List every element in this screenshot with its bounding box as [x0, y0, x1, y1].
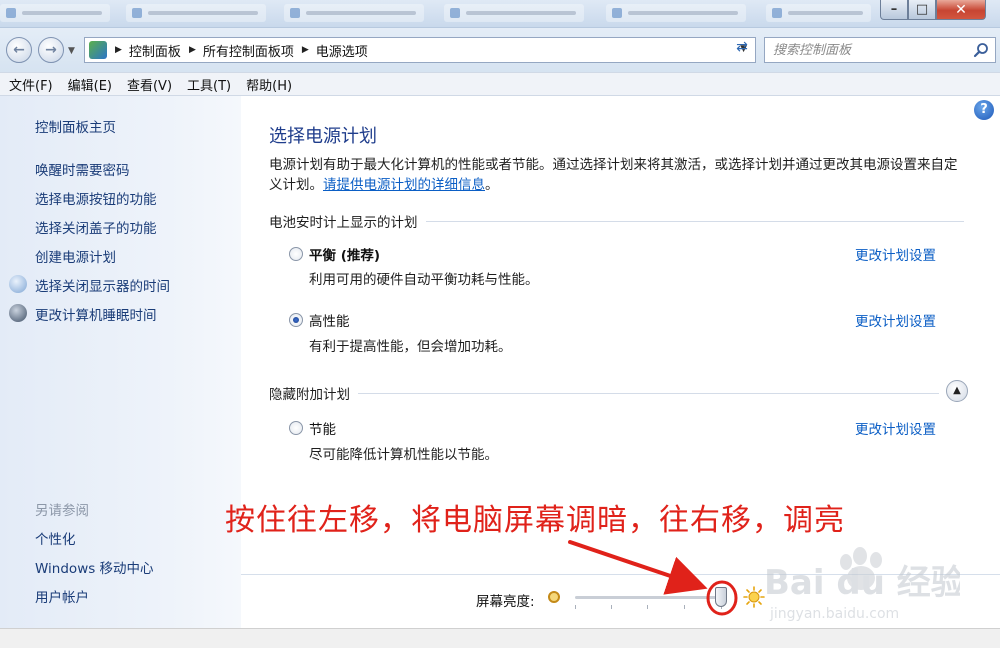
tab-icon [612, 8, 622, 18]
forward-button[interactable]: → [38, 37, 64, 63]
intro-end: 。 [485, 177, 499, 193]
breadcrumb-separator-icon[interactable]: ▶ [115, 45, 122, 55]
arrow-left-icon: ← [13, 42, 25, 58]
radio-balanced[interactable] [289, 247, 303, 261]
sidebar-item-personalization[interactable]: 个性化 [35, 528, 76, 548]
maximize-button[interactable]: □ [908, 0, 936, 20]
sidebar-item-user-accounts[interactable]: 用户帐户 [35, 586, 89, 606]
watermark-url: jingyan.baidu.com [769, 606, 899, 622]
brightness-label: 屏幕亮度: [476, 594, 535, 610]
arrow-right-icon: → [45, 42, 57, 58]
title-bar: – □ ✕ [0, 0, 1000, 28]
brightness-slider-thumb[interactable] [715, 587, 727, 607]
sidebar: 控制面板主页 唤醒时需要密码 选择电源按钮的功能 选择关闭盖子的功能 创建电源计… [0, 96, 241, 628]
background-tab[interactable] [606, 4, 746, 22]
tab-icon [6, 8, 16, 18]
refresh-button[interactable]: ⇄ [732, 39, 752, 61]
minimize-button[interactable]: – [880, 0, 908, 20]
status-bar [0, 628, 1000, 648]
sidebar-item-power-button[interactable]: 选择电源按钮的功能 [35, 188, 157, 208]
radio-power-saver[interactable] [289, 421, 303, 435]
slider-tick [611, 605, 612, 609]
intro-text: 电源计划有助于最大化计算机的性能或者节能。通过选择计划来将其激活，或选择计划并通… [269, 155, 969, 195]
group-heading-label: 隐藏附加计划 [269, 387, 350, 403]
sidebar-item-wake-password[interactable]: 唤醒时需要密码 [35, 159, 130, 179]
background-tab[interactable] [0, 4, 110, 22]
plan-desc-high-performance: 有利于提高性能，但会增加功耗。 [309, 339, 512, 355]
radio-high-performance[interactable] [289, 313, 303, 327]
tab-icon [772, 8, 782, 18]
plan-details-link[interactable]: 请提供电源计划的详细信息 [323, 177, 485, 193]
breadcrumb-power-options[interactable]: 电源选项 [316, 41, 368, 60]
menu-help[interactable]: 帮助(H) [246, 75, 292, 94]
plan-name-power-saver[interactable]: 节能 [309, 418, 336, 438]
back-button[interactable]: ← [6, 37, 32, 63]
tab-icon [132, 8, 142, 18]
background-tab[interactable] [284, 4, 424, 22]
plan-name-balanced[interactable]: 平衡 (推荐) [309, 244, 380, 264]
breadcrumb-all-items[interactable]: 所有控制面板项 [203, 41, 294, 60]
slider-tick [575, 605, 576, 609]
refresh-icon: ⇄ [736, 39, 748, 55]
plan-desc-power-saver: 尽可能降低计算机性能以节能。 [309, 447, 498, 463]
help-icon[interactable]: ? [974, 100, 994, 120]
search-field[interactable] [764, 37, 996, 63]
sidebar-item-lid-close[interactable]: 选择关闭盖子的功能 [35, 217, 157, 237]
breadcrumb-control-panel[interactable]: 控制面板 [129, 41, 181, 60]
menu-file[interactable]: 文件(F) [9, 75, 53, 94]
sidebar-item-create-plan[interactable]: 创建电源计划 [35, 246, 116, 266]
slider-tick [684, 605, 685, 609]
brightness-slider[interactable] [575, 596, 721, 599]
moon-icon [9, 304, 27, 322]
close-button[interactable]: ✕ [936, 0, 986, 20]
menu-tools[interactable]: 工具(T) [187, 75, 231, 94]
slider-tick [647, 605, 648, 609]
tab-icon [290, 8, 300, 18]
address-bar: ← → ▼ ▶ 控制面板 ▶ 所有控制面板项 ▶ 电源选项 ▼ ⇄ [0, 28, 1000, 72]
change-plan-power-saver-link[interactable]: 更改计划设置 [855, 418, 936, 438]
breadcrumb-separator-icon[interactable]: ▶ [302, 45, 309, 55]
background-tab[interactable] [766, 4, 871, 22]
dim-sun-icon [548, 591, 560, 603]
menu-view[interactable]: 查看(V) [127, 75, 172, 94]
group-heading-hidden-plans: 隐藏附加计划 [269, 383, 939, 403]
group-heading-battery-plans: 电池安时计上显示的计划 [269, 211, 964, 231]
change-plan-high-performance-link[interactable]: 更改计划设置 [855, 310, 936, 330]
control-panel-icon [89, 41, 107, 59]
sidebar-item-sleep-time[interactable]: 更改计算机睡眠时间 [35, 304, 157, 324]
sidebar-item-display-off[interactable]: 选择关闭显示器的时间 [35, 275, 170, 295]
chevron-up-icon: ▲ [953, 385, 961, 396]
watermark-brand: Bai du 经验 [764, 563, 960, 603]
divider [358, 392, 939, 394]
page-title: 选择电源计划 [269, 126, 377, 147]
group-heading-label: 电池安时计上显示的计划 [269, 215, 418, 231]
search-input[interactable] [773, 38, 963, 62]
breadcrumb-separator-icon[interactable]: ▶ [189, 45, 196, 55]
plan-name-high-performance[interactable]: 高性能 [309, 310, 350, 330]
breadcrumb[interactable]: ▶ 控制面板 ▶ 所有控制面板项 ▶ 电源选项 ▼ [84, 37, 756, 63]
search-icon[interactable] [973, 42, 989, 58]
divider [425, 220, 964, 222]
background-tab[interactable] [126, 4, 266, 22]
background-tab[interactable] [444, 4, 584, 22]
sidebar-item-control-panel-home[interactable]: 控制面板主页 [35, 116, 116, 136]
tab-icon [450, 8, 460, 18]
menu-bar: 文件(F) 编辑(E) 查看(V) 工具(T) 帮助(H) [0, 72, 1000, 96]
sidebar-item-mobility-center[interactable]: Windows 移动中心 [35, 557, 154, 577]
annotation-text: 按住往左移，将电脑屏幕调暗，往右移，调亮 [225, 503, 845, 538]
plan-desc-balanced: 利用可用的硬件自动平衡功耗与性能。 [309, 272, 539, 288]
baidu-jingyan-watermark: Bai du 经验 jingyan.baidu.com [764, 547, 960, 622]
see-also-heading: 另请参阅 [35, 503, 89, 519]
monitor-icon [9, 275, 27, 293]
menu-edit[interactable]: 编辑(E) [68, 75, 112, 94]
change-plan-balanced-link[interactable]: 更改计划设置 [855, 244, 936, 264]
recent-pages-chevron-icon[interactable]: ▼ [68, 46, 75, 56]
collapse-button[interactable]: ▲ [946, 380, 968, 402]
